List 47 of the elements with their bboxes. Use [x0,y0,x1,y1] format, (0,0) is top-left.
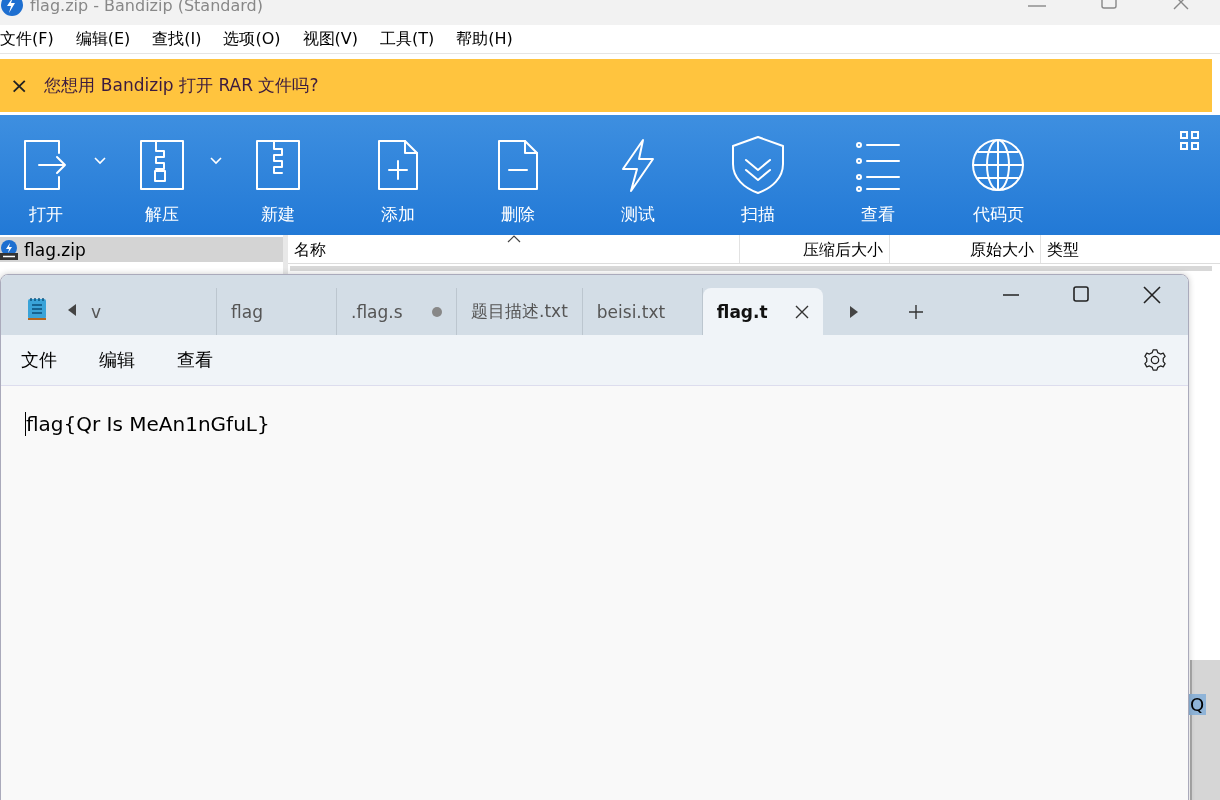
dropdown-caret-icon[interactable] [94,157,106,165]
toolbar-button[interactable]: 打开 [4,115,120,235]
toolbar-button[interactable]: 查看 [836,115,956,235]
maximize-icon[interactable] [1073,285,1089,305]
layout-grid-icon[interactable] [1180,131,1200,151]
menu-item[interactable]: 视图(V) [302,28,369,50]
menu-item[interactable]: 选项(O) [223,28,292,50]
new-tab-icon[interactable] [907,303,924,320]
dropdown-caret-icon[interactable] [210,157,222,165]
banner-text: 您想用 Bandizip 打开 RAR 文件吗? [44,74,319,97]
column-header[interactable]: 压缩后大小 [740,235,890,263]
menu-item[interactable]: 编辑 [99,348,135,372]
tree-item[interactable]: flag.zip [0,237,283,262]
globe-icon [970,137,1026,193]
menu-item[interactable]: 工具(T) [380,28,446,50]
toolbar-button[interactable]: 添加 [356,115,476,235]
menu-item[interactable]: 帮助(H) [456,28,524,50]
toolbar-button[interactable]: 解压 [120,115,236,235]
toolbar-button[interactable]: 删除 [476,115,596,235]
column-header[interactable]: 类型 [1041,235,1220,263]
menu-item[interactable]: 编辑(E) [75,28,142,50]
close-banner-button[interactable]: × [10,73,29,98]
toolbar-button[interactable]: 测试 [596,115,716,235]
sort-ascending-icon [506,235,521,243]
zip-file-icon [253,137,303,193]
column-header[interactable]: 原始大小 [890,235,1041,263]
close-tab-icon[interactable] [794,304,809,319]
zip-archive-icon [0,239,18,260]
menu-item[interactable]: 文件(F) [0,28,65,50]
close-icon[interactable] [1143,285,1161,305]
menu-item[interactable]: 查看 [177,348,213,372]
unsaved-dot-icon [432,306,442,317]
notepad-icon [27,297,47,321]
column-header[interactable]: 名称 [288,235,740,263]
toolbar-button[interactable]: 代码页 [956,115,1076,235]
toolbar-button[interactable]: 扫描 [716,115,836,235]
menu-item[interactable]: 文件 [21,348,57,372]
tab[interactable]: flag.t [702,288,823,335]
scroll-left-icon[interactable] [67,303,77,317]
zip-file-icon [137,137,187,193]
menu-item[interactable]: 查找(I) [152,28,213,50]
toolbar-button[interactable]: 新建 [236,115,356,235]
scroll-right-icon[interactable] [848,304,859,319]
document-text: flag{Qr Is MeAn1nGfuL} [26,412,270,436]
settings-icon[interactable] [1144,349,1166,371]
app-logo-icon [0,0,24,17]
archive-name: flag.zip [24,239,86,260]
